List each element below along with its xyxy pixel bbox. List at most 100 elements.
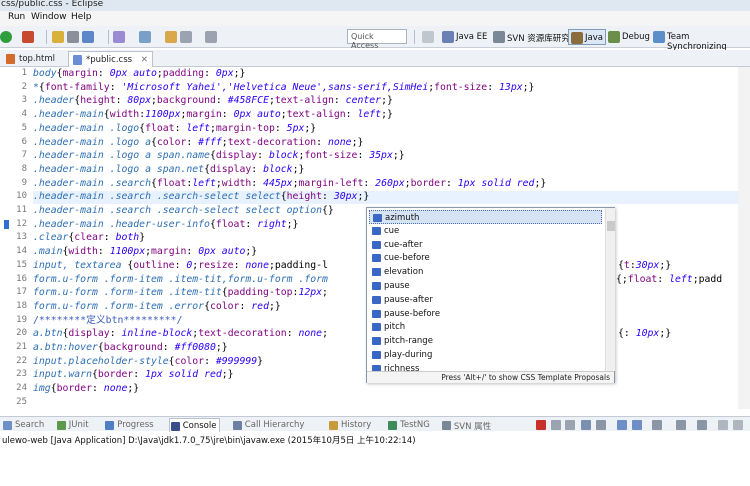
menu-help[interactable]: Help (71, 12, 92, 22)
code-line[interactable]: .main{width: 1100px;margin: 0px auto;} (33, 246, 257, 259)
code-line[interactable]: *{font-family: 'Microsoft Yahei','Helvet… (33, 82, 534, 95)
code-line[interactable]: .header-main .logo a span.net{display: b… (33, 164, 304, 177)
code-line[interactable]: .header-main .search{float:left;width: 4… (33, 178, 546, 191)
proposal-item[interactable]: pause-after (369, 293, 602, 307)
code-line[interactable]: body{margin: 0px auto;padding: 0px;} (33, 68, 245, 81)
proposal-item[interactable]: cue (369, 224, 602, 238)
open-folder-icon[interactable] (52, 31, 64, 43)
proposal-item[interactable]: pause (369, 279, 602, 293)
forward-arrow-icon[interactable] (205, 31, 217, 43)
perspective-svn[interactable]: SVN 资源库研究 (491, 29, 572, 45)
proposal-item[interactable]: azimuth (369, 210, 602, 224)
menu-window[interactable]: Window (31, 12, 67, 22)
remove-all-icon[interactable] (565, 420, 575, 430)
editor-vertical-scrollbar[interactable] (738, 67, 750, 409)
debug-perspective-icon (608, 31, 620, 43)
code-line[interactable]: .header-main{width:1100px;margin: 0px au… (33, 109, 393, 122)
new-wizard-icon[interactable] (82, 31, 94, 43)
code-line[interactable]: form.u-form .form-item .item-tit,form.u-… (33, 274, 328, 287)
tab-svn-properties[interactable]: SVN 属性 (441, 418, 494, 432)
quick-access-field[interactable]: Quick Access (347, 29, 407, 50)
run-icon[interactable] (0, 31, 12, 43)
proposal-label: pause (384, 281, 410, 291)
search-icon (3, 421, 12, 430)
code-line[interactable]: .header-main .logo a span.name{display: … (33, 150, 405, 163)
minimize-view-icon[interactable] (718, 420, 728, 430)
perspective-java[interactable]: Java (568, 29, 606, 45)
scroll-lock-icon[interactable] (596, 420, 606, 430)
code-line[interactable]: .header-main .header-user-info{float: ri… (33, 219, 298, 232)
maximize-view-icon[interactable] (733, 420, 743, 430)
proposal-list[interactable]: azimuth cue cue-after cue-before elevation pa… (367, 208, 604, 371)
show-console-stdout-icon[interactable] (617, 420, 627, 430)
open-perspective-icon[interactable] (422, 31, 434, 43)
remove-launch-icon[interactable] (551, 420, 561, 430)
proposal-item[interactable]: pause-before (369, 307, 602, 321)
tab-search[interactable]: Search (2, 418, 47, 432)
package-icon[interactable] (67, 31, 79, 43)
code-line[interactable]: input, textarea {outline: 0;resize: none… (33, 260, 328, 273)
tab-junit[interactable]: JUnit (56, 418, 92, 432)
open-console-icon[interactable] (697, 420, 707, 430)
proposal-label: pause-before (384, 308, 441, 319)
tab-label: History (341, 420, 372, 430)
occurrence-marker (4, 219, 9, 229)
line-number: 22 (16, 355, 27, 366)
tab-call-hierarchy[interactable]: Call Hierarchy (232, 418, 308, 432)
perspective-team-sync[interactable]: Team Synchronizing (651, 29, 750, 52)
tab-top-html[interactable]: top.html (2, 51, 59, 67)
proposal-scrollbar[interactable] (605, 208, 615, 371)
terminate-icon[interactable] (536, 420, 546, 430)
code-line[interactable]: .header-main .logo a{color: #fff;text-de… (33, 137, 363, 150)
tab-label: Call Hierarchy (244, 420, 305, 430)
code-line[interactable]: a.btn:hover{background: #ff0080;} (33, 342, 228, 355)
code-line[interactable]: .header-main .search .search-select sele… (33, 191, 369, 204)
menu-bar: Run Window Help (0, 11, 750, 26)
code-line[interactable]: .header-main .search .search-select sele… (33, 205, 334, 218)
code-line[interactable]: img{border: none;} (33, 383, 139, 396)
code-line[interactable]: .header-main .logo{float: left;margin-to… (33, 123, 316, 136)
display-console-icon[interactable] (676, 420, 686, 430)
show-console-stderr-icon[interactable] (632, 420, 642, 430)
next-annotation-icon[interactable] (139, 31, 151, 43)
call-hierarchy-icon (232, 421, 242, 430)
proposal-item[interactable]: play-during (369, 348, 602, 362)
proposal-item[interactable]: pitch-range (369, 334, 602, 348)
tab-history[interactable]: History (328, 418, 374, 432)
code-line[interactable]: .clear{clear: both} (33, 232, 145, 245)
main-toolbar: Quick Access Java EE SVN 资源库研究 Java Debu… (0, 26, 750, 52)
back-arrow-icon[interactable] (180, 31, 192, 43)
proposal-item[interactable]: cue-before (369, 251, 602, 265)
clear-console-icon[interactable] (581, 420, 591, 430)
proposal-scroll-thumb[interactable] (607, 221, 615, 231)
proposal-item[interactable]: cue-after (369, 238, 602, 252)
annotation-icon[interactable] (113, 31, 125, 43)
external-tools-icon[interactable] (22, 31, 34, 43)
tab-progress[interactable]: Progress (104, 418, 156, 432)
code-line[interactable]: form.u-form .form-item .item-tit{padding… (33, 287, 328, 300)
pin-console-icon[interactable] (652, 420, 662, 430)
perspective-java-ee[interactable]: Java EE (440, 29, 489, 45)
content-assist-popup[interactable]: azimuth cue cue-after cue-before elevation pa… (366, 207, 615, 383)
tab-console[interactable]: Console (168, 418, 221, 432)
code-line[interactable]: input.warn{border: 1px solid red;} (33, 369, 234, 382)
console-output-area[interactable] (0, 446, 750, 486)
proposal-item[interactable]: elevation (369, 265, 602, 279)
code-line[interactable]: .header{height: 80px;background: #458FCE… (33, 95, 393, 108)
tab-public-css[interactable]: *public.css ✕ (68, 51, 153, 67)
close-tab-icon[interactable]: ✕ (141, 55, 148, 65)
code-line[interactable]: form.u-form .form-item .error{color: red… (33, 301, 281, 314)
tab-label: JUnit (68, 420, 89, 430)
tab-testng[interactable]: TestNG (387, 418, 433, 432)
back-icon[interactable] (165, 31, 177, 43)
line-number: 6 (21, 136, 27, 147)
proposal-item[interactable]: pitch (369, 320, 602, 334)
code-line[interactable]: /********定义btn*********/ (33, 315, 182, 328)
code-line[interactable]: a.btn{display: inline-block;text-decorat… (33, 328, 328, 341)
perspective-label: Java (585, 33, 603, 43)
menu-run[interactable]: Run (8, 12, 25, 22)
proposal-item[interactable]: richness (369, 362, 602, 371)
perspective-debug[interactable]: Debug (606, 29, 652, 45)
line-number: 1 (21, 68, 27, 78)
code-line[interactable]: input.placeholder-style{color: #999999} (33, 356, 263, 369)
